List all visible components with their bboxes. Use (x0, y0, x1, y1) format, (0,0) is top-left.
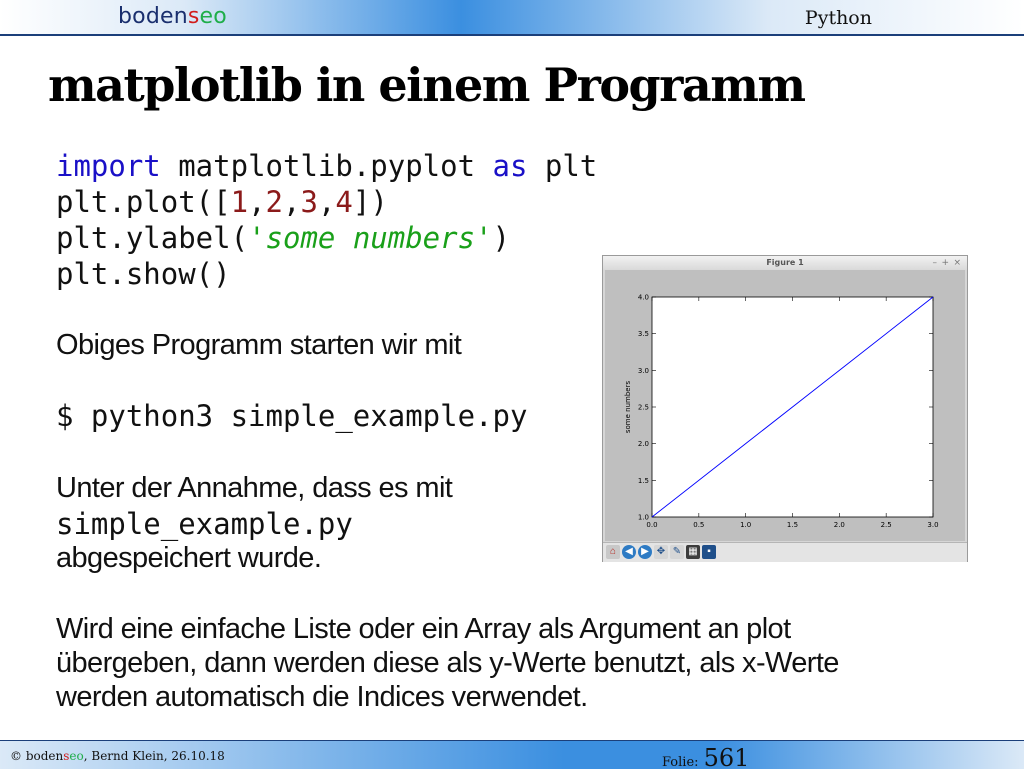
figure-canvas: 0.0 0.5 1.0 1.5 2.0 2.5 3.0 1.0 1.5 2.0 2.5 3.0 3.5 4… (605, 270, 965, 541)
code-line-2: plt.plot([1,2,3,4]) (56, 185, 388, 219)
slide-title: matplotlib in einem Programm (48, 58, 806, 112)
y-tick-label: 3.5 (638, 330, 649, 338)
code-line-3: plt.ylabel('some numbers') (56, 221, 510, 255)
y-tick-label: 2.5 (638, 404, 649, 412)
minimize-button[interactable]: – (933, 256, 938, 270)
topic-label: Python (804, 7, 872, 29)
save-icon[interactable]: ▪ (702, 545, 716, 559)
footer-bar: © bodenseo, Bernd Klein, 26.10.18 Folie:… (0, 740, 1024, 772)
explain-text-2: übergeben, dann werden diese als y-Werte… (56, 647, 839, 679)
configure-subplots-icon[interactable]: ▦ (686, 545, 700, 559)
x-tick-label: 2.5 (881, 521, 892, 529)
brand-logo: bodenseo (118, 4, 227, 29)
y-axis-label: some numbers (624, 381, 632, 434)
y-tick-label: 1.5 (638, 477, 649, 485)
y-tick-label: 3.0 (638, 367, 649, 375)
figure-title: Figure 1 (603, 256, 967, 270)
x-tick-label: 2.0 (834, 521, 845, 529)
explain-text-3: werden automatisch die Indices verwendet… (56, 681, 588, 713)
assume-filename: simple_example.py (56, 507, 353, 541)
zoom-icon[interactable]: ✎ (670, 545, 684, 559)
x-tick-label: 0.5 (693, 521, 704, 529)
footer-copyright: © bodenseo, Bernd Klein, 26.10.18 (10, 749, 225, 763)
x-tick-label: 1.5 (787, 521, 798, 529)
x-tick-label: 3.0 (927, 521, 938, 529)
assume-text-1: Unter der Annahme, dass es mit (56, 472, 453, 504)
close-button[interactable]: × (953, 256, 961, 270)
code-line-4: plt.show() (56, 257, 231, 291)
figure-toolbar: ⌂ ◀ ▶ ✥ ✎ ▦ ▪ (603, 542, 967, 562)
x-tick-label: 1.0 (740, 521, 751, 529)
x-tick-label: 0.0 (646, 521, 657, 529)
y-tick-label: 2.0 (638, 440, 649, 448)
code-line-1: import matplotlib.pyplot as plt (56, 149, 598, 183)
y-tick-label: 1.0 (638, 514, 649, 522)
explain-text-1: Wird eine einfache Liste oder ein Array … (56, 613, 791, 645)
start-text: Obiges Programm starten wir mit (56, 329, 462, 361)
command-line: $ python3 simple_example.py (56, 399, 528, 433)
maximize-button[interactable]: + (941, 256, 949, 270)
y-tick-label: 4.0 (638, 294, 649, 302)
assume-text-2: abgespeichert wurde. (56, 542, 322, 574)
home-icon[interactable]: ⌂ (606, 545, 620, 559)
line-chart: 0.0 0.5 1.0 1.5 2.0 2.5 3.0 1.0 1.5 2.0 2.5 3.0 3.5 4… (624, 294, 939, 530)
figure-window: Figure 1 – + × 0.0 0.5 1.0 1.5 2.0 2.5 3.0 1.0 1… (602, 255, 968, 562)
forward-icon[interactable]: ▶ (638, 545, 652, 559)
pan-icon[interactable]: ✥ (654, 545, 668, 559)
header-bar: bodenseo Python (0, 0, 1024, 36)
back-icon[interactable]: ◀ (622, 545, 636, 559)
